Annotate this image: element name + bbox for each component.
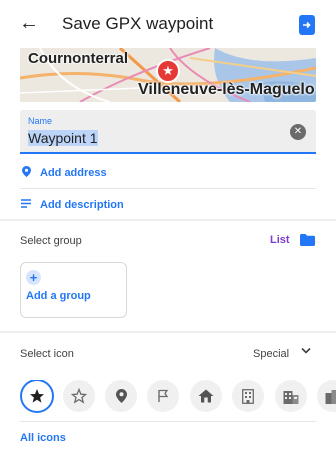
section-divider	[0, 219, 336, 221]
add-group-card[interactable]: + Add a group	[20, 262, 127, 318]
location-pin-icon[interactable]	[105, 380, 137, 412]
select-group-title: Select group	[20, 235, 82, 247]
waypoint-pin-star-icon: ★	[156, 59, 180, 83]
office-building-icon[interactable]	[232, 380, 264, 412]
map-label-town-b: Villeneuve-lès-Maguelo	[138, 81, 315, 98]
folder-icon[interactable]	[300, 233, 315, 246]
name-field-label: Name	[28, 116, 53, 126]
location-pin-icon	[20, 166, 32, 180]
plus-icon: +	[26, 270, 41, 285]
icon-picker-row	[20, 380, 336, 416]
list-button[interactable]: List	[270, 234, 290, 246]
map-label-town-a: Cournonterral	[28, 50, 129, 67]
save-arrow-icon	[303, 21, 311, 29]
add-group-label: Add a group	[26, 290, 91, 302]
all-icons-button[interactable]: All icons	[20, 432, 66, 444]
name-field-value[interactable]: Waypoint 1	[28, 130, 98, 146]
name-field-selected-text: Waypoint 1	[28, 130, 98, 146]
save-to-file-icon[interactable]	[299, 15, 315, 35]
page-title: Save GPX waypoint	[62, 14, 214, 33]
select-icon-title: Select icon	[20, 348, 74, 360]
top-app-bar: ← Save GPX waypoint	[0, 0, 336, 48]
back-arrow-icon[interactable]: ←	[18, 12, 40, 34]
add-description-label: Add description	[40, 199, 124, 211]
flag-icon[interactable]	[147, 380, 179, 412]
add-address-label: Add address	[40, 167, 107, 179]
add-description-button[interactable]: Add description	[20, 191, 124, 219]
add-address-button[interactable]: Add address	[20, 159, 107, 187]
star-filled-icon[interactable]	[20, 380, 54, 413]
clear-icon[interactable]: ✕	[290, 124, 306, 140]
apartment-building-icon[interactable]	[275, 380, 307, 412]
city-icon[interactable]	[317, 380, 336, 412]
home-icon[interactable]	[190, 380, 222, 412]
map-preview: Cournonterral Villeneuve-lès-Maguelo ★	[20, 48, 316, 102]
description-lines-icon	[20, 199, 32, 211]
section-divider	[0, 331, 336, 333]
divider	[20, 421, 316, 422]
name-field[interactable]: Name Waypoint 1 ✕	[20, 110, 316, 154]
icon-category-selector[interactable]: Special	[253, 348, 289, 360]
divider	[20, 188, 316, 189]
star-outline-icon[interactable]	[63, 380, 95, 412]
chevron-down-icon[interactable]	[301, 346, 311, 358]
